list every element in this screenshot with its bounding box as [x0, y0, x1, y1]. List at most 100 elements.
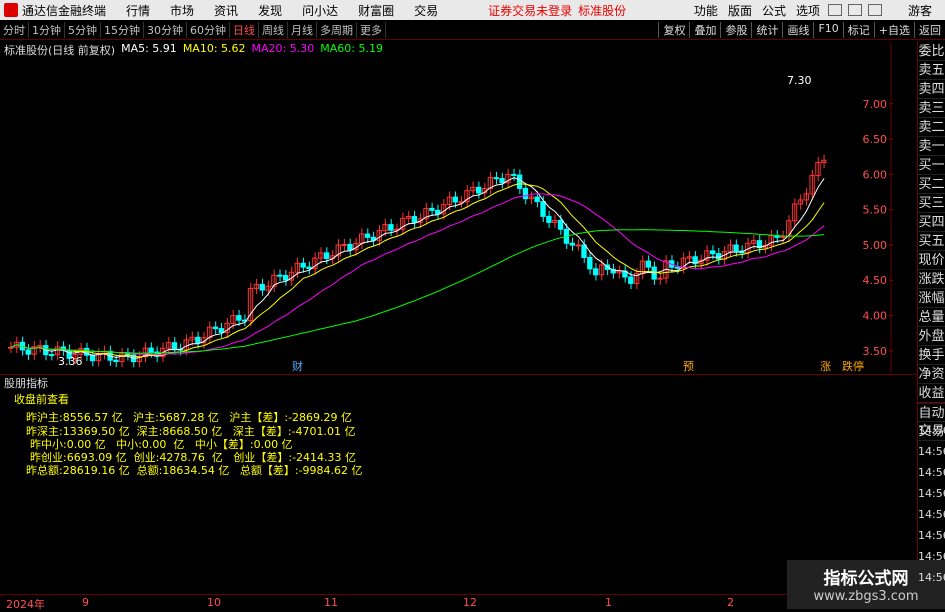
candle-body [493, 177, 499, 180]
app-title: 通达信金融终端 [22, 3, 107, 18]
menu-market[interactable]: 市场 [160, 2, 204, 19]
side-panel-label: 委比 [918, 44, 945, 61]
candle-body [593, 268, 599, 276]
tick-time: 14:56 [918, 445, 945, 458]
period-tab-selected[interactable]: 日线 [230, 21, 259, 38]
btn-f10[interactable]: F10 [813, 21, 842, 38]
candle-body [575, 244, 581, 247]
tick-time: 14:56 [918, 571, 945, 584]
stock-name-title: 标准股份 [578, 3, 627, 18]
candle-body [259, 283, 265, 291]
side-panel-label: 涨跌 [918, 272, 945, 289]
side-panel-label: 买五 [918, 234, 945, 251]
period-tab[interactable]: 月线 [288, 21, 317, 38]
low-price-label: 3.36 [58, 355, 83, 368]
ma20-line [10, 193, 825, 356]
side-panel-label: 外盘 [918, 329, 945, 346]
ma5-value: MA5: 5.91 [121, 42, 177, 55]
candle-body [282, 275, 289, 281]
menu-news[interactable]: 资讯 [204, 2, 248, 19]
event-marker: 财 [292, 359, 303, 373]
quote-side-panel: 委比 卖五 卖四 卖三 卖二 卖一 买一 买二 买三 买四 买五 现价 涨跌 涨幅 总量 外盘 换手 净资 收益 自动… [917, 42, 945, 609]
close-icon[interactable] [867, 4, 882, 16]
menu-quotes[interactable]: 行情 [116, 2, 160, 19]
btn-holding[interactable]: 参股 [720, 21, 751, 38]
candle-body [171, 342, 178, 350]
period-tab[interactable]: 15分钟 [101, 21, 144, 38]
candle-body [628, 276, 634, 284]
candle-body [148, 347, 154, 353]
candle-body [546, 215, 552, 223]
user-label[interactable]: 游客 [903, 2, 937, 19]
candle-body [218, 328, 224, 333]
period-tab[interactable]: 5分钟 [65, 21, 101, 38]
btn-overlay[interactable]: 叠加 [689, 21, 720, 38]
period-tab[interactable]: 多周期 [317, 21, 357, 38]
candle-body [435, 209, 441, 215]
watermark: 指标公式网 www.zbgs3.com [787, 560, 945, 609]
candle-body [236, 315, 242, 321]
date-label: 1 [605, 596, 612, 609]
candle-body [581, 244, 587, 258]
btn-mark[interactable]: 标记 [842, 21, 874, 38]
period-tab[interactable]: 30分钟 [144, 21, 187, 38]
candle-body [364, 233, 371, 238]
menu-wealth[interactable]: 财富圈 [348, 2, 404, 19]
minimize-icon[interactable] [827, 4, 842, 16]
btn-stats[interactable]: 统计 [751, 21, 782, 38]
ma60-value: MA60: 5.19 [320, 42, 383, 55]
maximize-icon[interactable] [847, 4, 862, 16]
date-label: 12 [463, 596, 477, 609]
date-label: 9 [82, 596, 89, 609]
candle-body [411, 216, 417, 223]
sub-indicator-name[interactable]: 股朋指标 [4, 377, 48, 390]
side-panel-label: 卖四 [918, 82, 945, 99]
price-tick-label: 4.50 [863, 274, 888, 287]
candle-body [323, 252, 330, 259]
period-tab[interactable]: 周线 [259, 21, 288, 38]
period-tab[interactable]: 60分钟 [187, 21, 230, 38]
event-marker: 涨 [820, 360, 831, 373]
candle-body [499, 177, 505, 184]
period-tab-more[interactable]: 更多 [357, 21, 386, 38]
candle-body [540, 201, 546, 217]
ma5-line [10, 177, 825, 359]
price-tick-label: 6.00 [863, 168, 888, 181]
price-tick-label: 5.50 [863, 204, 888, 217]
btn-back[interactable]: 返回 [914, 21, 945, 38]
period-tab[interactable]: 分时 [0, 21, 29, 38]
kline-chart[interactable]: 7.00 6.50 6.00 5.50 5.00 4.50 4.00 3.50 7.30 3.36… [0, 42, 917, 374]
menu-formula[interactable]: 公式 [757, 2, 791, 19]
event-marker: 跌停 [842, 359, 864, 373]
btn-adjust[interactable]: 复权 [658, 21, 689, 38]
sub-indicator-title: 收盘前查看 [14, 393, 69, 406]
candle-body [516, 174, 523, 189]
event-marker: 预 [683, 360, 694, 373]
candle-body [113, 359, 119, 363]
side-panel-label: 净资 [918, 367, 945, 384]
watermark-url: www.zbgs3.com [813, 589, 919, 604]
candle-body [452, 196, 458, 203]
menu-discover[interactable]: 发现 [248, 2, 292, 19]
menu-function[interactable]: 功能 [689, 2, 723, 19]
price-tick-label: 5.00 [863, 239, 888, 252]
candle-body [645, 260, 652, 268]
menu-ask[interactable]: 问小达 [292, 2, 348, 19]
price-tick-label: 6.50 [863, 133, 888, 146]
btn-draw[interactable]: 画线 [782, 21, 813, 38]
candle-body [674, 266, 681, 269]
side-panel-label: 涨幅 [918, 291, 945, 308]
login-warning[interactable]: 证券交易未登录 [488, 2, 572, 19]
menu-layout[interactable]: 版面 [723, 2, 757, 19]
side-panel-label[interactable]: 自动 [918, 403, 945, 422]
candle-body [341, 243, 347, 246]
app-logo-icon [4, 3, 18, 17]
candle-body [306, 266, 312, 270]
price-tick-label: 3.50 [863, 345, 888, 358]
period-tab[interactable]: 1分钟 [29, 21, 65, 38]
candle-body [347, 243, 353, 251]
btn-add-watch[interactable]: +自选 [873, 21, 914, 38]
menu-trade[interactable]: 交易 [404, 2, 448, 19]
candle-body [25, 349, 31, 355]
menu-options[interactable]: 选项 [791, 2, 825, 19]
